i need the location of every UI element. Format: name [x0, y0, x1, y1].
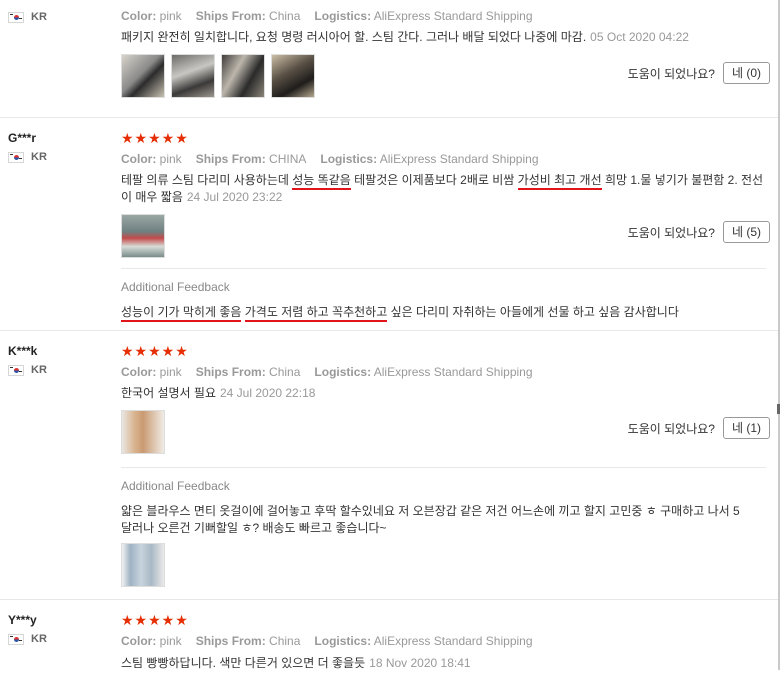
helpful-section: 도움이 되었나요? 네 (1): [628, 417, 770, 439]
additional-feedback-text: 얇은 블라우스 면티 옷걸이에 걸어놓고 후딱 할수있네요 저 오븐장갑 같은 …: [121, 504, 740, 535]
review-photo[interactable]: [121, 410, 165, 454]
additional-feedback: Additional Feedback 성능이 기가 막히게 좋음 가격도 저렴…: [121, 268, 766, 329]
review-text: 패키지 완전히 일치합니다, 요청 명령 러시아어 할. 스팀 간다. 그러나 …: [121, 30, 689, 44]
additional-feedback-text: 성능이 기가 막히게 좋음 가격도 저렴 하고 꼭추천하고 싶은 다리미 자취하…: [121, 304, 766, 322]
review-photo[interactable]: [121, 543, 165, 587]
review-meta: Color: pink Ships From: CHINA Logistics: A…: [121, 152, 539, 166]
buyer-country: KR: [8, 151, 47, 163]
review-photos: [121, 543, 165, 587]
additional-feedback: Additional Feedback 얇은 블라우스 면티 옷걸이에 걸어놓고…: [121, 467, 766, 596]
helpful-section: 도움이 되었나요? 네 (5): [628, 221, 770, 243]
review-meta: Color: pink Ships From: China Logistics: A…: [121, 9, 533, 23]
review-date: 24 Jul 2020 23:22: [186, 190, 283, 204]
review-photos: [121, 54, 315, 98]
additional-feedback-label: Additional Feedback: [121, 280, 230, 294]
country-code: KR: [31, 364, 47, 376]
review-date: 24 Jul 2020 22:18: [220, 386, 316, 400]
review-text: 스팀 빵빵하답니다. 색만 다른거 있으면 더 좋을듯 18 Nov 2020 1…: [121, 656, 471, 670]
review-photo[interactable]: [121, 54, 165, 98]
review-photos: [121, 214, 165, 258]
review-photo[interactable]: [121, 214, 165, 258]
star-rating: ★★★★★: [121, 343, 189, 359]
buyer-name: G***r: [8, 131, 37, 145]
highlight-underline: 성능이 기가 막히게 좋음: [121, 305, 242, 322]
highlight-underline: 가성비 최고 개선: [517, 173, 602, 190]
buyer-name: K***k: [8, 344, 38, 358]
helpful-question: 도움이 되었나요?: [627, 66, 715, 81]
korea-flag-icon: [8, 151, 24, 163]
helpful-yes-button[interactable]: 네 (0): [722, 62, 770, 84]
highlight-underline: 성능 똑같음: [292, 173, 351, 190]
helpful-section: 도움이 되었나요? 네 (0): [628, 62, 770, 84]
star-rating: ★★★★★: [121, 130, 189, 146]
country-code: KR: [31, 633, 47, 645]
review-item: K***k KR ★★★★★ Color: pink Ships From: Ch…: [0, 331, 778, 600]
review-date: 05 Oct 2020 04:22: [590, 30, 689, 44]
helpful-yes-button[interactable]: 네 (1): [722, 417, 770, 439]
review-text: 테팔 의류 스팀 다리미 사용하는데 성능 똑같음 테팔것은 이제품보다 2배로…: [121, 173, 764, 204]
buyer-country: KR: [8, 633, 47, 645]
additional-feedback-label: Additional Feedback: [121, 479, 230, 493]
review-photo[interactable]: [271, 54, 315, 98]
highlight-underline: 가격도 저렴 하고 꼭추천하고: [244, 305, 388, 322]
korea-flag-icon: [8, 11, 24, 23]
review-text: 한국어 설명서 필요 24 Jul 2020 22:18: [121, 386, 316, 400]
buyer-country: KR: [8, 11, 47, 23]
review-item: G***r KR ★★★★★ Color: pink Ships From: CH…: [0, 118, 778, 331]
review-photo[interactable]: [171, 54, 215, 98]
korea-flag-icon: [8, 633, 24, 645]
review-date: 18 Nov 2020 18:41: [369, 656, 471, 670]
helpful-question: 도움이 되었나요?: [627, 421, 715, 436]
korea-flag-icon: [8, 364, 24, 376]
star-rating: ★★★★★: [121, 612, 189, 628]
buyer-country: KR: [8, 364, 47, 376]
buyer-name: Y***y: [8, 613, 37, 627]
review-item: Y***y KR ★★★★★ Color: pink Ships From: Ch…: [0, 600, 778, 680]
review-meta: Color: pink Ships From: China Logistics: A…: [121, 365, 533, 379]
country-code: KR: [31, 11, 47, 23]
country-code: KR: [31, 151, 47, 163]
review-meta: Color: pink Ships From: China Logistics: A…: [121, 634, 533, 648]
review-photo[interactable]: [221, 54, 265, 98]
helpful-yes-button[interactable]: 네 (5): [722, 221, 770, 243]
review-item: KR Color: pink Ships From: China Logistics…: [0, 0, 778, 118]
review-photos: [121, 410, 165, 454]
helpful-question: 도움이 되었나요?: [627, 225, 715, 240]
